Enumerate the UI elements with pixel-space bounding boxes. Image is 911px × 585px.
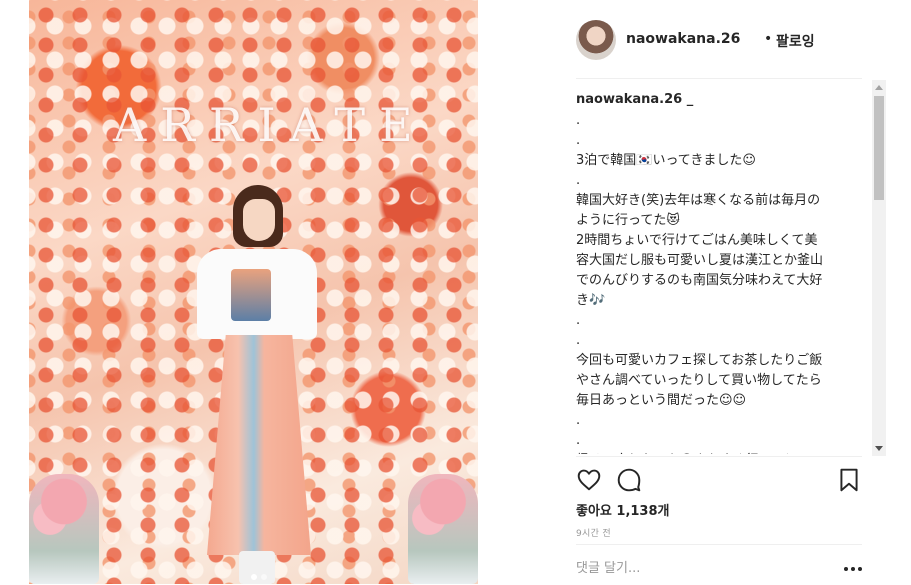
caption-line: 3泊で韓国🇰🇷いってきました☺︎ (576, 153, 756, 168)
comment-input[interactable] (576, 557, 816, 579)
flower-pot-right (408, 474, 478, 584)
bookmark-icon[interactable] (836, 467, 862, 493)
scroll-down-icon[interactable] (875, 446, 883, 451)
more-options-icon[interactable] (844, 567, 862, 571)
person-figure (189, 185, 349, 584)
caption-line: き🎶 (576, 293, 606, 308)
following-button[interactable]: 팔로잉 (776, 31, 815, 51)
post-photo[interactable]: ARRIATE (29, 0, 478, 584)
caption-line: . (576, 333, 581, 348)
carousel-indicator (251, 574, 267, 580)
caption-line: . (576, 113, 581, 128)
carousel-dot (251, 574, 257, 580)
caption-line: . (576, 313, 581, 328)
caption-line: 2時間ちょいで行けてごはん美味しくて美 (576, 233, 818, 248)
caption-line: . (576, 133, 581, 148)
heart-icon[interactable] (576, 467, 602, 493)
caption-line: 韓国大好き(笑)去年は寒くなる前は毎月の (576, 193, 821, 208)
caption-text: .. 3泊で韓国🇰🇷いってきました☺︎. 韓国大好き(笑)去年は寒くなる前は毎月のよ… (576, 111, 866, 454)
caption-username[interactable]: naowakana.26 _ (576, 92, 866, 107)
scroll-up-icon[interactable] (875, 85, 883, 90)
carousel-dot (261, 574, 267, 580)
caption-line: 帰るの寂しかった☺︎またすぐ行こっと□ (576, 451, 866, 454)
avatar[interactable] (576, 20, 616, 60)
caption-line: 今回も可愛いカフェ探してお茶したりご飯 (576, 353, 823, 368)
caption-line: . (576, 433, 581, 448)
comment-icon[interactable] (616, 467, 642, 493)
caption-line: ように行ってた😻 (576, 213, 680, 228)
scroll-thumb[interactable] (874, 96, 884, 200)
caption-line: でのんびりするのも南国気分味わえて大好 (576, 273, 823, 288)
post-sidebar: naowakana.26 • 팔로잉 naowakana.26 _ .. 3泊で韓… (478, 0, 911, 584)
caption-area: naowakana.26 _ .. 3泊で韓国🇰🇷いってきました☺︎. 韓国大好き(… (576, 88, 866, 454)
like-count[interactable]: 좋아요 1,138개 (576, 500, 670, 519)
caption-line: . (576, 173, 581, 188)
caption-line: 容大国だし服も可愛いし夏は漢江とか釜山 (576, 253, 824, 268)
action-bar (576, 456, 862, 501)
comment-bar (576, 544, 862, 585)
timestamp[interactable]: 9시간 전 (576, 526, 611, 539)
post-header: naowakana.26 • 팔로잉 (576, 20, 862, 79)
caption-line: . (576, 413, 581, 428)
caption-line: 毎日あっという間だった☺︎☺︎ (576, 393, 747, 408)
header-separator: • (764, 31, 773, 47)
photo-sign-text: ARRIATE (113, 98, 427, 152)
caption-scrollbar[interactable] (872, 80, 886, 456)
header-username[interactable]: naowakana.26 (626, 31, 740, 47)
caption-line: やさん調べていったりして買い物してたら (576, 373, 822, 388)
flower-pot-left (29, 474, 99, 584)
